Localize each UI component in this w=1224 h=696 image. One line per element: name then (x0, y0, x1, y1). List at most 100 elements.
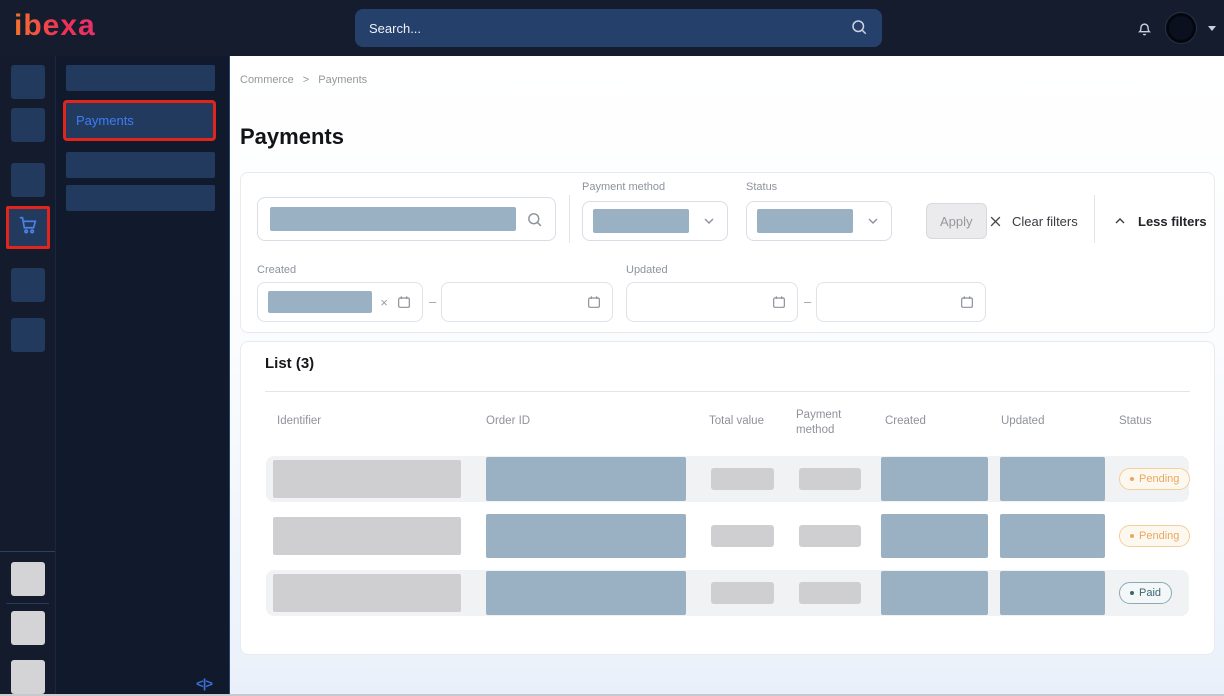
date-range-separator: – (804, 282, 811, 322)
column-header-created: Created (885, 415, 926, 427)
close-icon (988, 214, 1003, 229)
payment-method-redacted (799, 582, 861, 604)
breadcrumb-payments[interactable]: Payments (318, 74, 367, 86)
created-from-value-redacted (268, 291, 372, 313)
rail-item-1[interactable] (11, 65, 45, 99)
identifier-redacted (273, 574, 461, 612)
rail-divider-2 (6, 603, 49, 604)
created-to-date-input[interactable] (441, 282, 613, 322)
calendar-icon[interactable] (586, 294, 602, 310)
clear-filters-button[interactable]: Clear filters (988, 203, 1078, 239)
payment-method-select[interactable] (582, 201, 728, 241)
status-dot (1130, 477, 1134, 481)
column-header-order-id: Order ID (486, 415, 530, 427)
global-search-input[interactable]: Search... (355, 9, 882, 47)
global-search-placeholder: Search... (369, 21, 421, 36)
sidebar-item-payments-label: Payments (76, 113, 134, 128)
clear-filters-label: Clear filters (1012, 214, 1078, 229)
topbar: ibexa Search... (0, 0, 1224, 56)
created-redacted (881, 457, 988, 501)
order-id-redacted (486, 514, 686, 558)
payments-list-panel: List (3) Identifier Order ID Total value… (240, 341, 1215, 655)
calendar-icon[interactable] (771, 294, 787, 310)
updated-redacted (1000, 457, 1105, 501)
rail-bottom-item-1[interactable] (11, 562, 45, 596)
order-id-redacted (486, 571, 686, 615)
identifier-redacted (273, 460, 461, 498)
breadcrumb-commerce[interactable]: Commerce (240, 74, 294, 86)
payment-method-value-redacted (593, 209, 689, 233)
status-value-redacted (757, 209, 853, 233)
topbar-actions (1135, 0, 1216, 56)
created-redacted (881, 571, 988, 615)
icon-rail-sidebar (0, 56, 56, 696)
rail-bottom-item-2[interactable] (11, 611, 45, 645)
sidebar-item-4[interactable] (66, 185, 215, 211)
status-select[interactable] (746, 201, 892, 241)
status-badge: Pending (1119, 468, 1190, 490)
status-badge: Paid (1119, 582, 1172, 604)
created-redacted (881, 514, 988, 558)
updated-to-date-input[interactable] (816, 282, 986, 322)
sidebar-item-payments-highlighted[interactable]: Payments (63, 100, 216, 141)
rail-item-5[interactable] (11, 268, 45, 302)
sidebar-item-1[interactable] (66, 65, 215, 91)
cart-icon (17, 214, 39, 241)
list-title: List (3) (265, 355, 314, 372)
app-window: ibexa Search... (0, 0, 1224, 696)
table-row[interactable]: Paid (266, 570, 1189, 616)
status-dot (1130, 591, 1134, 595)
total-value-redacted (711, 525, 774, 547)
total-value-redacted (711, 468, 774, 490)
calendar-icon[interactable] (396, 294, 412, 310)
updated-label: Updated (626, 264, 668, 276)
rail-divider (0, 551, 55, 552)
filter-divider-1 (569, 195, 570, 243)
breadcrumb: Commerce > Payments (240, 74, 367, 86)
column-header-total-value: Total value (709, 415, 764, 427)
chevron-down-icon (865, 213, 881, 229)
search-icon (850, 18, 868, 39)
chevron-up-icon (1112, 213, 1128, 229)
brand-logo[interactable]: ibexa (14, 9, 96, 43)
clear-date-icon[interactable]: × (380, 295, 388, 310)
created-from-date-input[interactable]: × (257, 282, 423, 322)
user-avatar[interactable] (1166, 13, 1196, 43)
updated-redacted (1000, 571, 1105, 615)
status-dot (1130, 534, 1134, 538)
rail-item-2[interactable] (11, 108, 45, 142)
filter-search-input[interactable] (257, 197, 556, 241)
payment-method-redacted (799, 525, 861, 547)
rail-item-commerce-highlighted[interactable] (6, 206, 50, 249)
calendar-icon[interactable] (959, 294, 975, 310)
date-range-separator: – (429, 282, 436, 322)
created-label: Created (257, 264, 296, 276)
updated-redacted (1000, 514, 1105, 558)
rail-bottom-item-3[interactable] (11, 660, 45, 694)
payment-method-redacted (799, 468, 861, 490)
user-menu-caret-down-icon[interactable] (1208, 26, 1216, 31)
page-title: Payments (240, 124, 344, 150)
table-row[interactable]: Pending (266, 513, 1189, 559)
column-header-updated: Updated (1001, 415, 1044, 427)
less-filters-label: Less filters (1138, 214, 1207, 229)
sidebar-collapse-toggle-icon[interactable]: <|> (196, 676, 212, 691)
notifications-bell-icon[interactable] (1135, 19, 1154, 38)
total-value-redacted (711, 582, 774, 604)
table-row[interactable]: Pending (266, 456, 1189, 502)
less-filters-toggle[interactable]: Less filters (1112, 203, 1207, 239)
updated-from-date-input[interactable] (626, 282, 798, 322)
section-sidebar: Payments <|> (56, 56, 230, 696)
column-header-identifier: Identifier (277, 415, 321, 427)
sidebar-item-3[interactable] (66, 152, 215, 178)
rail-item-6[interactable] (11, 318, 45, 352)
filter-divider-2 (1094, 195, 1095, 243)
status-label: Status (746, 181, 777, 193)
list-divider (265, 391, 1190, 392)
filters-panel: Payment method Status Apply Clear fil (240, 172, 1215, 333)
apply-button[interactable]: Apply (926, 203, 987, 239)
order-id-redacted (486, 457, 686, 501)
rail-item-3[interactable] (11, 163, 45, 197)
payment-method-label: Payment method (582, 181, 665, 193)
column-header-status: Status (1119, 415, 1152, 427)
